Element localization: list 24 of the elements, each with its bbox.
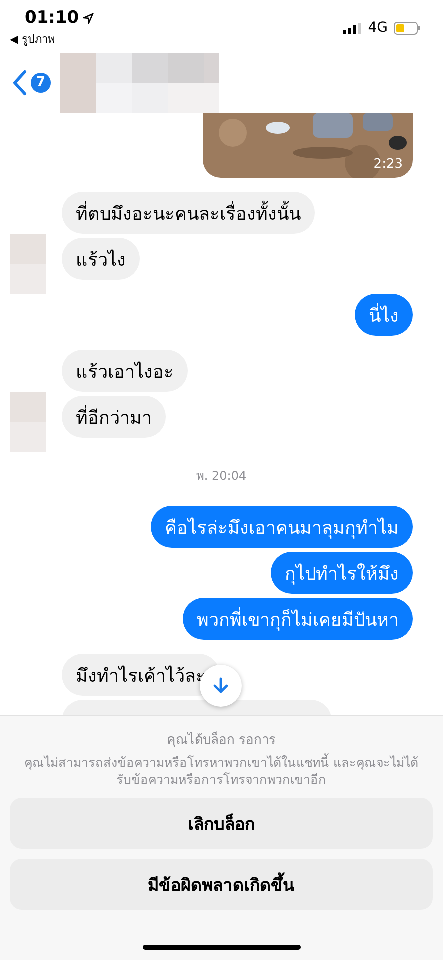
- message-bubble: มึงทำไรเค้าไว้ละ: [62, 654, 220, 696]
- blocked-description: คุณไม่สามารถส่งข้อความหรือโทรหาพวกเขาได้ในแชทนี้ และคุณจะไม่ได้รับข้อความหรือการโทรจากพวกเขาอีก: [24, 754, 420, 788]
- battery-icon: [394, 22, 421, 34]
- message-bubble: ที่อีกว่ามา: [62, 396, 166, 438]
- video-duration: 2:23: [374, 157, 403, 172]
- message-bubble: คือไรล่ะมึงเอาคนมาลุมกุทำไม: [151, 506, 413, 548]
- back-to-app-link[interactable]: ◀ รูปภาพ: [10, 30, 94, 48]
- network-type: 4G: [368, 20, 388, 36]
- down-arrow-icon: [212, 677, 230, 695]
- location-arrow-icon: [83, 12, 94, 24]
- message-timestamp: พ. 20:04: [196, 468, 247, 485]
- back-icon[interactable]: [12, 70, 28, 96]
- blocked-title: คุณได้บล็อก รอการ: [166, 730, 276, 750]
- message-bubble: แร้วเอาไงอะ: [62, 350, 188, 392]
- message-bubble: นี่ไง: [355, 294, 413, 336]
- message-bubble: กุไปทำไรให้มึง: [271, 552, 413, 594]
- unblock-button[interactable]: เลิกบล็อก: [10, 798, 433, 849]
- message-bubble: ที่ตบมึงอะนะคนละเรื่องทั้งนั้น: [62, 192, 315, 234]
- error-button[interactable]: มีข้อผิดพลาดเกิดขึ้น: [10, 859, 433, 910]
- unread-badge: 7: [31, 72, 51, 92]
- signal-icon: [343, 22, 362, 34]
- message-bubble: พวกพี่เขากุก็ไม่เคยมีปันหา: [183, 598, 413, 640]
- status-time: 01:10: [25, 8, 80, 28]
- message-bubble: แร้วไง: [62, 238, 140, 280]
